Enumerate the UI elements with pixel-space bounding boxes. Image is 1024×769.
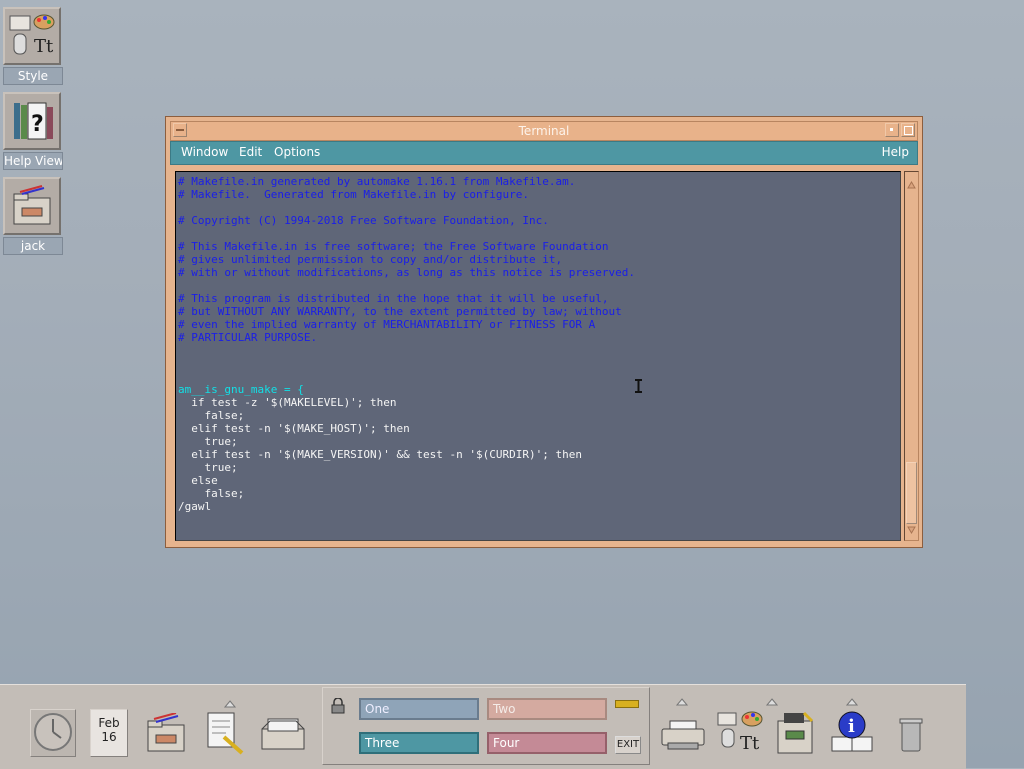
svg-text:i: i <box>848 716 855 737</box>
style-manager-icon[interactable]: Tt <box>716 709 764 759</box>
busy-light-icon <box>615 700 639 708</box>
workspace-one[interactable]: One <box>359 698 479 720</box>
desktop-icon-label: Help View <box>3 152 63 170</box>
terminal-line: # Copyright (C) 1994-2018 Free Software … <box>178 214 549 227</box>
scroll-down-icon[interactable] <box>907 519 916 538</box>
terminal-line: # but WITHOUT ANY WARRANTY, to the exten… <box>178 305 622 318</box>
help-viewer-icon: ? <box>3 92 61 150</box>
menu-window[interactable]: Window <box>181 145 228 159</box>
style-manager-icon: Tt <box>3 7 61 65</box>
terminal-line: false; <box>178 487 245 500</box>
help-manager-icon[interactable]: i <box>828 709 876 759</box>
mail-icon[interactable] <box>258 715 308 755</box>
menu-bar: Window Edit Options Help <box>170 141 918 165</box>
minimize-button[interactable] <box>885 123 899 137</box>
scroll-up-icon[interactable] <box>907 174 916 193</box>
workspace-switcher: One Two Three Four EXIT <box>322 687 650 765</box>
svg-text:Tt: Tt <box>34 36 54 57</box>
terminal-window: Terminal Window Edit Options Help # Make… <box>165 116 923 548</box>
subpanel-handles <box>4 691 324 708</box>
terminal-line: elif test -n '$(MAKE_VERSION)' && test -… <box>178 448 582 461</box>
exit-button[interactable]: EXIT <box>615 736 641 754</box>
desktop-icon-style[interactable]: Tt Style <box>3 7 63 85</box>
trash-icon[interactable] <box>898 717 924 757</box>
workspace-four[interactable]: Four <box>487 732 607 754</box>
terminal-screen[interactable]: # Makefile.in generated by automake 1.16… <box>175 171 901 541</box>
lock-icon[interactable] <box>331 697 345 718</box>
calendar-button[interactable]: Feb 16 <box>90 709 128 757</box>
printer-icon[interactable] <box>660 719 706 755</box>
terminal-line: # even the implied warranty of MERCHANTA… <box>178 318 596 331</box>
app-manager-icon[interactable] <box>774 711 816 759</box>
terminal-line: # This Makefile.in is free software; the… <box>178 240 609 253</box>
subpanel-arrow-icon[interactable] <box>845 691 859 710</box>
terminal-line: # PARTICULAR PURPOSE. <box>178 331 318 344</box>
terminal-line: /gawl <box>178 500 212 513</box>
desktop-icon-help-view[interactable]: ? Help View <box>3 92 63 170</box>
terminal-line: if test -z '$(MAKELEVEL)'; then <box>178 396 397 409</box>
svg-text:?: ? <box>31 112 44 137</box>
desktop-icon-label: jack <box>3 237 63 255</box>
terminal-line: # Makefile.in generated by automake 1.16… <box>178 175 576 188</box>
menu-options[interactable]: Options <box>274 145 320 159</box>
terminal-line: # This program is distributed in the hop… <box>178 292 609 305</box>
subpanel-arrow-icon[interactable] <box>223 693 237 712</box>
terminal-line: false; <box>178 409 245 422</box>
svg-text:Tt: Tt <box>740 733 760 754</box>
text-editor-icon[interactable] <box>204 711 246 759</box>
file-manager-icon[interactable] <box>146 712 188 757</box>
terminal-line: am__is_gnu_make = { <box>178 383 304 396</box>
home-folder-icon <box>3 177 61 235</box>
terminal-line: true; <box>178 461 238 474</box>
terminal-line: # with or without modifications, as long… <box>178 266 635 279</box>
workspace-two[interactable]: Two <box>487 698 607 720</box>
front-panel: Feb 16 One Two Three Four EXIT Tt i <box>0 684 966 769</box>
terminal-line: else <box>178 474 218 487</box>
maximize-icon <box>904 126 913 135</box>
subpanel-arrow-icon[interactable] <box>675 691 689 710</box>
desktop-icon-jack[interactable]: jack <box>3 177 63 255</box>
ibeam-cursor-icon <box>634 378 643 393</box>
vertical-scrollbar[interactable] <box>904 171 919 541</box>
menu-edit[interactable]: Edit <box>239 145 262 159</box>
window-title: Terminal <box>518 124 570 138</box>
desktop-icon-label: Style <box>3 67 63 85</box>
terminal-line: true; <box>178 435 238 448</box>
scroll-thumb[interactable] <box>906 462 917 524</box>
terminal-line: elif test -n '$(MAKE_HOST)'; then <box>178 422 410 435</box>
calendar-day: 16 <box>101 730 117 744</box>
menu-help[interactable]: Help <box>882 145 909 159</box>
subpanel-arrow-icon[interactable] <box>765 691 779 710</box>
terminal-line: # gives unlimited permission to copy and… <box>178 253 563 266</box>
calendar-month: Feb <box>98 716 120 730</box>
terminal-line: # Makefile. Generated from Makefile.in b… <box>178 188 529 201</box>
minimize-icon <box>890 128 893 131</box>
maximize-button[interactable] <box>901 123 915 137</box>
title-bar[interactable]: Terminal <box>170 121 918 141</box>
clock-icon[interactable] <box>30 709 76 757</box>
workspace-three[interactable]: Three <box>359 732 479 754</box>
